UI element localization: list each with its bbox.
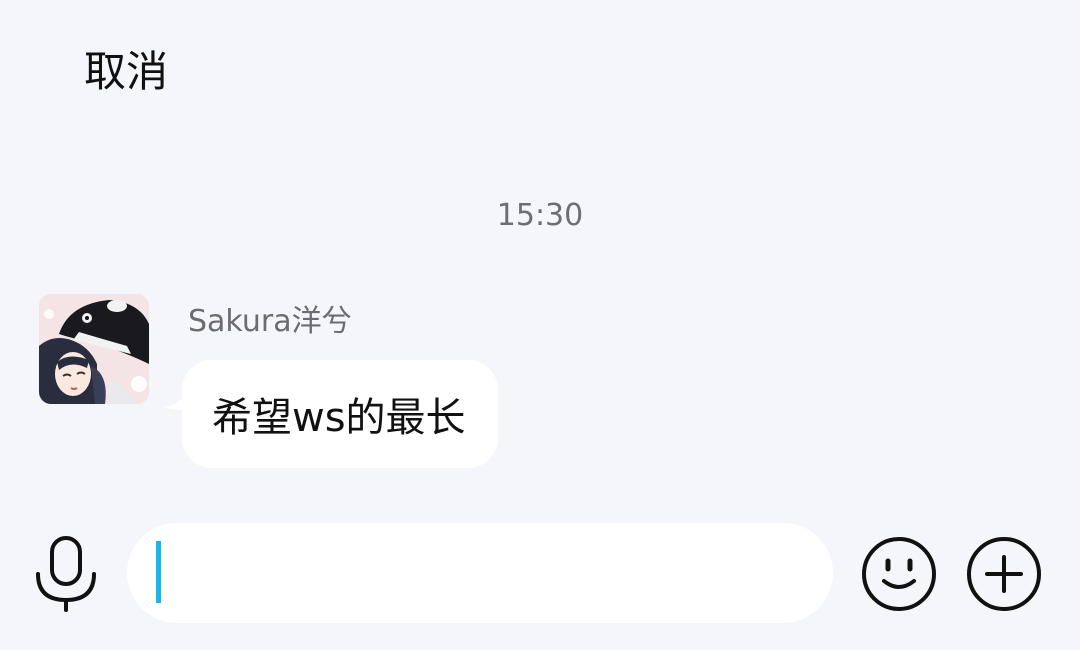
smiley-icon <box>862 537 936 611</box>
microphone-icon <box>36 536 96 612</box>
voice-input-button[interactable] <box>34 536 98 612</box>
message-text: 希望ws的最长 <box>212 395 466 441</box>
message-input[interactable] <box>127 523 833 623</box>
message-bubble[interactable]: 希望ws的最长 <box>182 360 498 468</box>
text-caret <box>156 541 161 603</box>
avatar-image <box>39 294 149 404</box>
sender-name: Sakura洋兮 <box>188 304 352 339</box>
more-options-button[interactable] <box>965 535 1043 613</box>
plus-circle-icon <box>967 537 1041 611</box>
message-timestamp: 15:30 <box>496 198 584 233</box>
cancel-button[interactable]: 取消 <box>84 44 168 100</box>
emoji-button[interactable] <box>860 535 938 613</box>
avatar[interactable] <box>39 294 149 404</box>
